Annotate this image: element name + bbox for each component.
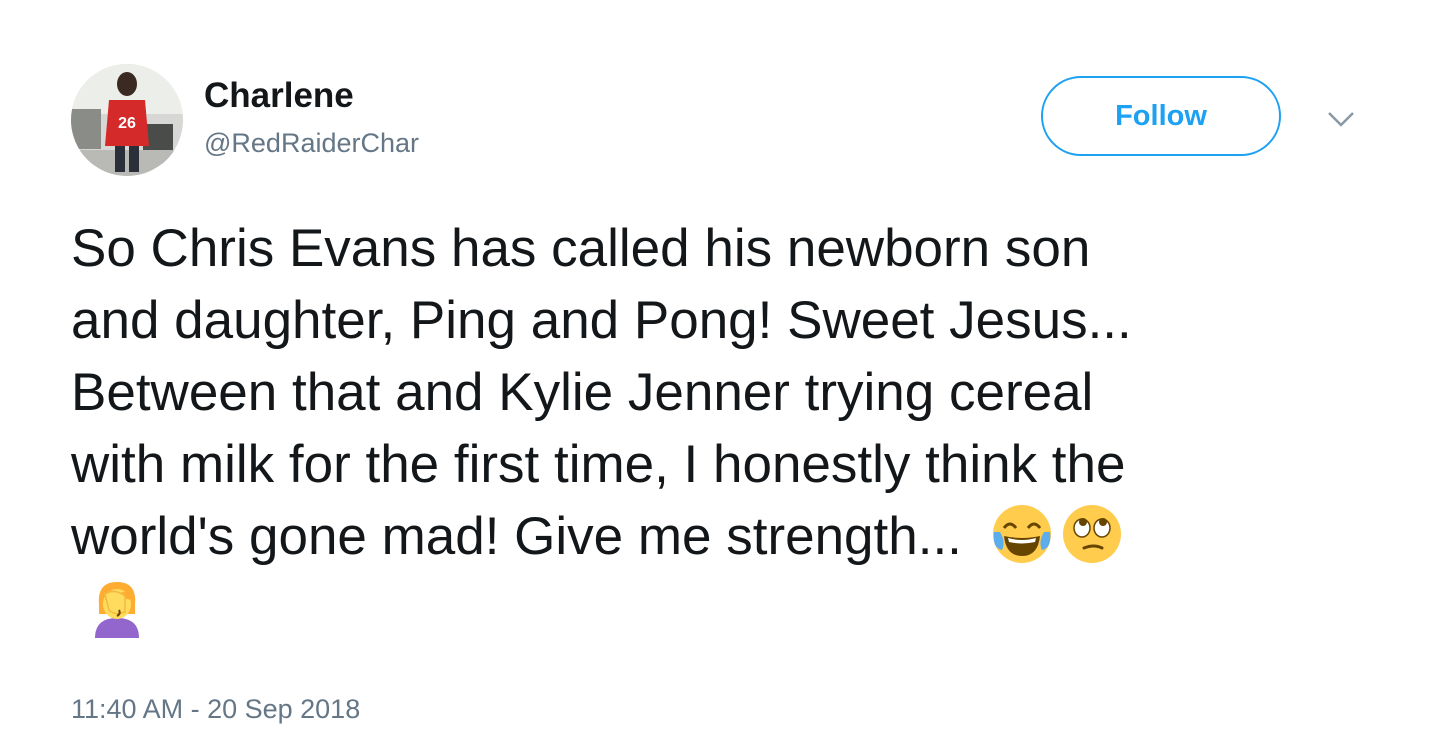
- follow-button[interactable]: Follow: [1041, 76, 1281, 156]
- tweet-text-line: and daughter, Ping and Pong! Sweet Jesus…: [71, 291, 1132, 350]
- tweet-text-line: So Chris Evans has called his newborn so…: [71, 219, 1091, 278]
- tweet-text-line: with milk for the first time, I honestly…: [71, 435, 1126, 494]
- avatar-jersey-number: 26: [118, 115, 136, 132]
- tweet-card: 26 Charlene @RedRaiderChar Follow So Chr…: [0, 0, 1440, 735]
- face-with-tears-of-joy-icon: [990, 502, 1054, 566]
- avatar[interactable]: 26: [71, 64, 183, 176]
- tweet-text-line-emoji-only: [71, 573, 1391, 645]
- chevron-down-icon[interactable]: [1326, 108, 1356, 130]
- woman-facepalming-icon: [85, 574, 149, 638]
- display-name[interactable]: Charlene: [204, 76, 354, 116]
- tweet-text: So Chris Evans has called his newborn so…: [71, 213, 1391, 645]
- tweet-text-line: world's gone mad! Give me strength...: [71, 507, 962, 566]
- user-handle[interactable]: @RedRaiderChar: [204, 126, 419, 160]
- tweet-timestamp[interactable]: 11:40 AM - 20 Sep 2018: [71, 692, 360, 726]
- tweet-text-line-with-emoji: world's gone mad! Give me strength...: [71, 501, 1391, 573]
- tweet-text-line: Between that and Kylie Jenner trying cer…: [71, 363, 1094, 422]
- face-with-rolling-eyes-icon: [1060, 502, 1124, 566]
